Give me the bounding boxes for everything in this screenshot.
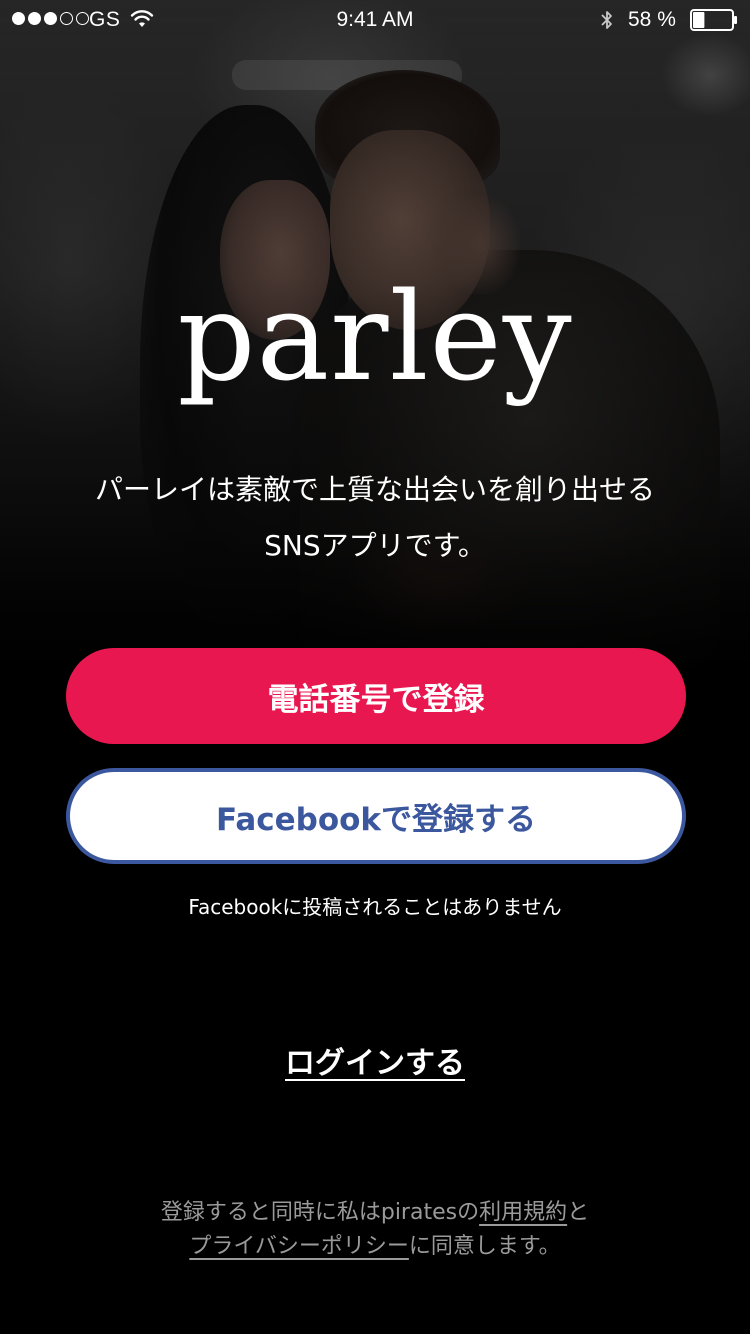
login-row: ログインする [0, 1038, 750, 1082]
battery-percentage: 58 % [628, 8, 676, 31]
facebook-signup-button[interactable]: Facebookで登録する [66, 768, 686, 864]
phone-signup-button[interactable]: 電話番号で登録 [66, 648, 686, 744]
tagline: パーレイは素敵で上質な出会いを創り出せる SNSアプリです。 [0, 462, 750, 574]
legal-and: と [567, 1200, 590, 1225]
legal-notice: 登録すると同時に私はpiratesの利用規約と プライバシーポリシーに同意します… [0, 1196, 750, 1264]
status-bar: GS 9:41 AM 58 % [0, 0, 750, 40]
legal-suffix: に同意します。 [408, 1234, 561, 1259]
facebook-note: Facebookに投稿されることはありません [188, 895, 562, 919]
terms-link[interactable]: 利用規約 [479, 1200, 567, 1225]
legal-line-1: 登録すると同時に私はpiratesの利用規約と [0, 1196, 750, 1230]
battery-fill [693, 12, 705, 28]
app-logo: parley [177, 266, 573, 408]
tagline-line-1: パーレイは素敵で上質な出会いを創り出せる [94, 473, 655, 506]
login-link[interactable]: ログインする [285, 1046, 465, 1081]
battery-icon [690, 9, 737, 31]
tagline-line-2: SNSアプリです。 [264, 529, 486, 562]
signup-screen: GS 9:41 AM 58 % parley パーレイは素敵で上質な出会いを創り… [0, 0, 750, 1334]
legal-prefix: 登録すると同時に私はpiratesの [160, 1200, 480, 1225]
legal-line-2: プライバシーポリシーに同意します。 [0, 1230, 750, 1264]
bluetooth-icon [601, 11, 612, 29]
privacy-policy-link[interactable]: プライバシーポリシー [189, 1234, 409, 1259]
